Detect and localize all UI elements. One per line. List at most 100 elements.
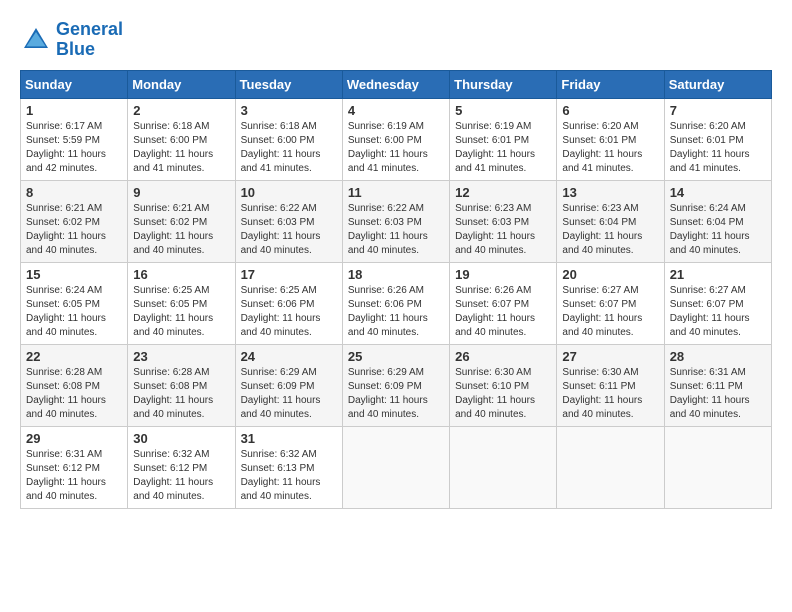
day-info: Sunrise: 6:22 AMSunset: 6:03 PMDaylight:…: [348, 202, 444, 258]
day-info: Sunrise: 6:21 AMSunset: 6:02 PMDaylight:…: [26, 202, 122, 258]
day-info: Sunrise: 6:29 AMSunset: 6:09 PMDaylight:…: [241, 366, 337, 422]
day-number: 5: [455, 103, 551, 118]
day-info: Sunrise: 6:32 AMSunset: 6:12 PMDaylight:…: [133, 448, 229, 504]
day-info: Sunrise: 6:18 AMSunset: 6:00 PMDaylight:…: [241, 120, 337, 176]
calendar-cell: 4 Sunrise: 6:19 AMSunset: 6:00 PMDaylight…: [342, 98, 449, 180]
logo-icon: [20, 24, 52, 56]
day-info: Sunrise: 6:31 AMSunset: 6:11 PMDaylight:…: [670, 366, 766, 422]
day-number: 27: [562, 349, 658, 364]
calendar-cell: 1 Sunrise: 6:17 AMSunset: 5:59 PMDaylight…: [21, 98, 128, 180]
day-info: Sunrise: 6:26 AMSunset: 6:06 PMDaylight:…: [348, 284, 444, 340]
calendar-cell: 27 Sunrise: 6:30 AMSunset: 6:11 PMDayligh…: [557, 344, 664, 426]
day-number: 30: [133, 431, 229, 446]
page-header: General Blue: [20, 20, 772, 60]
day-info: Sunrise: 6:30 AMSunset: 6:11 PMDaylight:…: [562, 366, 658, 422]
calendar-cell: 8 Sunrise: 6:21 AMSunset: 6:02 PMDaylight…: [21, 180, 128, 262]
day-number: 1: [26, 103, 122, 118]
header-sunday: Sunday: [21, 70, 128, 98]
day-info: Sunrise: 6:26 AMSunset: 6:07 PMDaylight:…: [455, 284, 551, 340]
day-info: Sunrise: 6:31 AMSunset: 6:12 PMDaylight:…: [26, 448, 122, 504]
calendar-cell: 20 Sunrise: 6:27 AMSunset: 6:07 PMDayligh…: [557, 262, 664, 344]
day-number: 24: [241, 349, 337, 364]
day-number: 28: [670, 349, 766, 364]
calendar-cell: 25 Sunrise: 6:29 AMSunset: 6:09 PMDayligh…: [342, 344, 449, 426]
day-number: 15: [26, 267, 122, 282]
calendar-cell: 17Sunrise: 6:25 AMSunset: 6:06 PMDayligh…: [235, 262, 342, 344]
calendar-cell: 2 Sunrise: 6:18 AMSunset: 6:00 PMDaylight…: [128, 98, 235, 180]
day-number: 11: [348, 185, 444, 200]
day-info: Sunrise: 6:17 AMSunset: 5:59 PMDaylight:…: [26, 120, 122, 176]
calendar-cell: [664, 426, 771, 508]
header-friday: Friday: [557, 70, 664, 98]
day-info: Sunrise: 6:24 AMSunset: 6:04 PMDaylight:…: [670, 202, 766, 258]
calendar-cell: 19 Sunrise: 6:26 AMSunset: 6:07 PMDayligh…: [450, 262, 557, 344]
day-info: Sunrise: 6:23 AMSunset: 6:04 PMDaylight:…: [562, 202, 658, 258]
calendar-cell: 3 Sunrise: 6:18 AMSunset: 6:00 PMDaylight…: [235, 98, 342, 180]
calendar-cell: 6 Sunrise: 6:20 AMSunset: 6:01 PMDaylight…: [557, 98, 664, 180]
week-row-2: 8 Sunrise: 6:21 AMSunset: 6:02 PMDaylight…: [21, 180, 772, 262]
calendar-cell: [342, 426, 449, 508]
day-info: Sunrise: 6:22 AMSunset: 6:03 PMDaylight:…: [241, 202, 337, 258]
day-number: 10: [241, 185, 337, 200]
calendar-table: SundayMondayTuesdayWednesdayThursdayFrid…: [20, 70, 772, 509]
day-number: 29: [26, 431, 122, 446]
day-number: 9: [133, 185, 229, 200]
header-tuesday: Tuesday: [235, 70, 342, 98]
calendar-cell: 12 Sunrise: 6:23 AMSunset: 6:03 PMDayligh…: [450, 180, 557, 262]
day-info: Sunrise: 6:28 AMSunset: 6:08 PMDaylight:…: [26, 366, 122, 422]
week-row-3: 15 Sunrise: 6:24 AMSunset: 6:05 PMDayligh…: [21, 262, 772, 344]
day-number: 7: [670, 103, 766, 118]
day-info: Sunrise: 6:27 AMSunset: 6:07 PMDaylight:…: [562, 284, 658, 340]
week-row-1: 1 Sunrise: 6:17 AMSunset: 5:59 PMDaylight…: [21, 98, 772, 180]
day-info: Sunrise: 6:21 AMSunset: 6:02 PMDaylight:…: [133, 202, 229, 258]
week-row-4: 22Sunrise: 6:28 AMSunset: 6:08 PMDayligh…: [21, 344, 772, 426]
day-number: 3: [241, 103, 337, 118]
calendar-cell: 13 Sunrise: 6:23 AMSunset: 6:04 PMDayligh…: [557, 180, 664, 262]
calendar-cell: 23Sunrise: 6:28 AMSunset: 6:08 PMDayligh…: [128, 344, 235, 426]
calendar-cell: [450, 426, 557, 508]
day-info: Sunrise: 6:30 AMSunset: 6:10 PMDaylight:…: [455, 366, 551, 422]
day-number: 20: [562, 267, 658, 282]
calendar-cell: 7 Sunrise: 6:20 AMSunset: 6:01 PMDaylight…: [664, 98, 771, 180]
day-number: 6: [562, 103, 658, 118]
day-number: 13: [562, 185, 658, 200]
day-number: 12: [455, 185, 551, 200]
day-info: Sunrise: 6:29 AMSunset: 6:09 PMDaylight:…: [348, 366, 444, 422]
header-wednesday: Wednesday: [342, 70, 449, 98]
calendar-header-row: SundayMondayTuesdayWednesdayThursdayFrid…: [21, 70, 772, 98]
day-info: Sunrise: 6:23 AMSunset: 6:03 PMDaylight:…: [455, 202, 551, 258]
calendar-cell: 10 Sunrise: 6:22 AMSunset: 6:03 PMDayligh…: [235, 180, 342, 262]
day-number: 4: [348, 103, 444, 118]
calendar-cell: 29 Sunrise: 6:31 AMSunset: 6:12 PMDayligh…: [21, 426, 128, 508]
header-monday: Monday: [128, 70, 235, 98]
calendar-cell: 21 Sunrise: 6:27 AMSunset: 6:07 PMDayligh…: [664, 262, 771, 344]
day-info: Sunrise: 6:20 AMSunset: 6:01 PMDaylight:…: [670, 120, 766, 176]
calendar-cell: 30 Sunrise: 6:32 AMSunset: 6:12 PMDayligh…: [128, 426, 235, 508]
logo: General Blue: [20, 20, 123, 60]
day-number: 31: [241, 431, 337, 446]
day-number: 2: [133, 103, 229, 118]
day-info: Sunrise: 6:19 AMSunset: 6:00 PMDaylight:…: [348, 120, 444, 176]
header-saturday: Saturday: [664, 70, 771, 98]
day-info: Sunrise: 6:27 AMSunset: 6:07 PMDaylight:…: [670, 284, 766, 340]
header-thursday: Thursday: [450, 70, 557, 98]
calendar-cell: 15 Sunrise: 6:24 AMSunset: 6:05 PMDayligh…: [21, 262, 128, 344]
day-info: Sunrise: 6:20 AMSunset: 6:01 PMDaylight:…: [562, 120, 658, 176]
calendar-cell: 11 Sunrise: 6:22 AMSunset: 6:03 PMDayligh…: [342, 180, 449, 262]
calendar-cell: 5Sunrise: 6:19 AMSunset: 6:01 PMDaylight…: [450, 98, 557, 180]
calendar-cell: 18Sunrise: 6:26 AMSunset: 6:06 PMDayligh…: [342, 262, 449, 344]
day-info: Sunrise: 6:28 AMSunset: 6:08 PMDaylight:…: [133, 366, 229, 422]
day-info: Sunrise: 6:18 AMSunset: 6:00 PMDaylight:…: [133, 120, 229, 176]
calendar-cell: 16Sunrise: 6:25 AMSunset: 6:05 PMDayligh…: [128, 262, 235, 344]
day-number: 25: [348, 349, 444, 364]
day-number: 19: [455, 267, 551, 282]
day-number: 26: [455, 349, 551, 364]
week-row-5: 29 Sunrise: 6:31 AMSunset: 6:12 PMDayligh…: [21, 426, 772, 508]
calendar-cell: 24 Sunrise: 6:29 AMSunset: 6:09 PMDayligh…: [235, 344, 342, 426]
day-number: 16: [133, 267, 229, 282]
calendar-cell: [557, 426, 664, 508]
day-number: 8: [26, 185, 122, 200]
day-number: 21: [670, 267, 766, 282]
calendar-cell: 14Sunrise: 6:24 AMSunset: 6:04 PMDayligh…: [664, 180, 771, 262]
day-info: Sunrise: 6:24 AMSunset: 6:05 PMDaylight:…: [26, 284, 122, 340]
